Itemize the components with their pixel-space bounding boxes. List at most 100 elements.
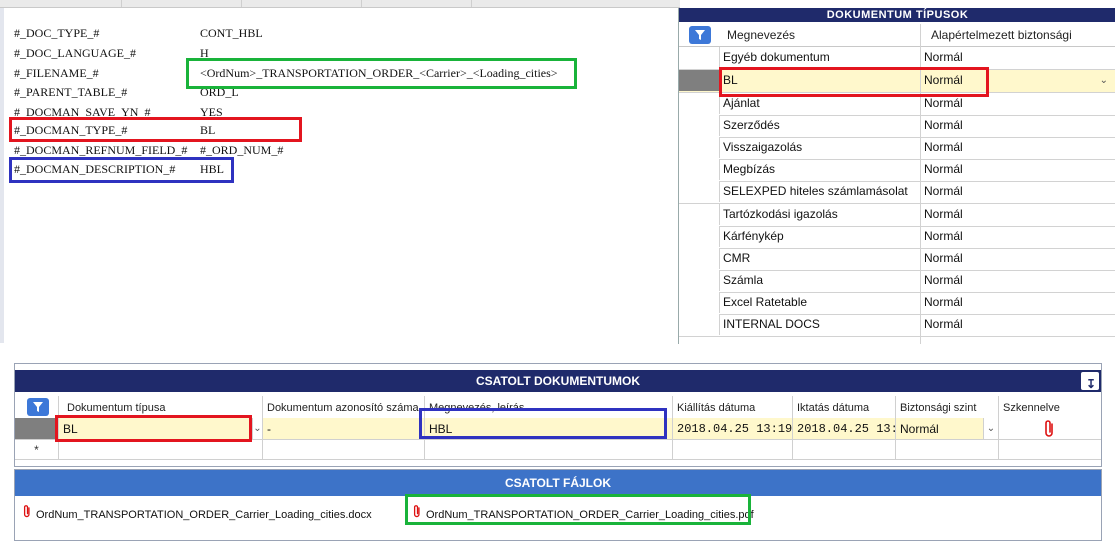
empty-cell[interactable] (999, 440, 1101, 460)
document-type-row[interactable]: Szerződés Normál (679, 115, 1115, 138)
template-key: #_FILENAME_# (14, 66, 99, 80)
paperclip-icon[interactable] (999, 418, 1101, 440)
template-key: #_PARENT_TABLE_# (14, 85, 128, 99)
document-type-row[interactable]: Visszaigazolás Normál (679, 137, 1115, 160)
column-header-name[interactable]: Megnevezés (727, 24, 795, 46)
document-type-security: Normál (924, 118, 963, 132)
row-selector[interactable] (679, 226, 720, 247)
document-type-name: INTERNAL DOCS (723, 317, 820, 331)
doc-id-input[interactable]: - (263, 418, 425, 440)
chevron-down-icon[interactable]: ⌄ (253, 418, 263, 440)
file-name: OrdNum_TRANSPORTATION_ORDER_Carrier_Load… (36, 509, 372, 521)
document-types-header: Megnevezés Alapértelmezett biztonsági (679, 24, 1115, 47)
document-type-security: Normál (924, 140, 963, 154)
row-selector[interactable] (679, 159, 720, 180)
template-value: ORD_L (200, 85, 239, 99)
empty-cell[interactable] (263, 440, 425, 460)
row-selector[interactable] (679, 314, 720, 335)
column-header-doc-type[interactable]: Dokumentum típusa (59, 396, 263, 418)
empty-cell[interactable] (673, 440, 793, 460)
template-key: #_DOC_TYPE_# (14, 26, 100, 40)
row-selector[interactable] (679, 47, 720, 68)
attached-documents-title-text: CSATOLT DOKUMENTUMOK (476, 374, 640, 388)
document-type-row[interactable]: Tartózkodási igazolás Normál (679, 204, 1115, 227)
template-value: #_ORD_NUM_# (200, 143, 284, 157)
column-header-description[interactable]: Megnevezés, leírás (425, 396, 673, 418)
document-type-name: SELEXPED hiteles számlamásolat (723, 184, 908, 198)
document-type-security: Normál (924, 229, 963, 243)
row-selector[interactable] (679, 70, 720, 91)
document-type-security: Normál (924, 50, 963, 64)
document-type-row[interactable]: Egyéb dokumentum Normál (679, 47, 1115, 70)
chevron-down-icon[interactable]: ⌄ (1100, 75, 1108, 86)
empty-cell[interactable] (59, 440, 263, 460)
paperclip-icon (23, 504, 33, 524)
row-selector[interactable] (679, 270, 720, 291)
attached-files-panel[interactable]: CSATOLT FÁJLOK OrdNum_TRANSPORTATION_ORD… (14, 469, 1102, 541)
column-header-security[interactable]: Biztonsági szint (896, 396, 999, 418)
document-type-security: Normál (924, 207, 963, 221)
doc-type-select[interactable]: BL (59, 418, 253, 440)
row-selector[interactable] (679, 248, 720, 269)
document-type-row[interactable]: SELEXPED hiteles számlamásolat Normál (679, 181, 1115, 204)
attached-file-pdf[interactable]: OrdNum_TRANSPORTATION_ORDER_Carrier_Load… (413, 504, 754, 524)
template-key: #_DOCMAN_TYPE_# (14, 123, 128, 137)
row-selector[interactable] (15, 418, 59, 440)
empty-cell[interactable] (425, 440, 673, 460)
document-type-row[interactable]: CMR Normál (679, 248, 1115, 271)
document-type-name: Kárfénykép (723, 229, 784, 243)
row-selector[interactable] (679, 137, 720, 158)
document-type-row[interactable]: Kárfénykép Normál (679, 226, 1115, 249)
document-type-row[interactable]: INTERNAL DOCS Normál (679, 314, 1115, 337)
column-divider (920, 24, 921, 344)
document-type-name: CMR (723, 251, 751, 265)
document-type-security: Normál (924, 162, 963, 176)
document-type-row[interactable]: Ajánlat Normál (679, 93, 1115, 116)
template-value: <OrdNum>_TRANSPORTATION_ORDER_<Carrier>_… (200, 66, 558, 80)
empty-cell[interactable] (896, 440, 999, 460)
document-type-row[interactable]: Excel Ratetable Normál (679, 292, 1115, 315)
document-type-name: Ajánlat (723, 96, 760, 110)
column-header-doc-id[interactable]: Dokumentum azonosító száma (263, 396, 425, 418)
column-header-security[interactable]: Alapértelmezett biztonsági (931, 24, 1072, 46)
template-text-area[interactable]: #_DOC_TYPE_# CONT_HBL #_DOC_LANGUAGE_# H… (0, 8, 681, 343)
row-selector[interactable] (679, 292, 720, 313)
row-selector[interactable] (679, 204, 720, 225)
document-type-name: Tartózkodási igazolás (723, 207, 838, 221)
document-types-grid[interactable]: DOKUMENTUM TÍPUSOK Megnevezés Alapértelm… (678, 8, 1115, 344)
document-type-name[interactable]: BL (719, 70, 920, 91)
row-selector[interactable] (679, 115, 720, 136)
template-value: HBL (200, 162, 224, 176)
chevron-down-icon[interactable]: ⌄ (984, 418, 999, 440)
document-type-security-select[interactable]: Normál (924, 70, 963, 91)
new-row-marker: * (15, 440, 59, 460)
security-select[interactable]: Normál (896, 418, 984, 440)
document-type-security: Normál (924, 251, 963, 265)
issue-date-input[interactable]: 2018.04.25 13:19 (673, 418, 793, 440)
new-row[interactable]: * (15, 440, 1101, 460)
attached-document-row[interactable]: BL ⌄ - HBL 2018.04.25 13:19 2018.04.25 1… (15, 418, 1101, 440)
column-header-scanned[interactable]: Szkennelve (999, 396, 1101, 418)
column-header-filing-date[interactable]: Iktatás dátuma (793, 396, 896, 418)
row-selector[interactable] (679, 181, 720, 202)
collapse-icon[interactable]: ↧ (1081, 372, 1099, 391)
filing-date-input[interactable]: 2018.04.25 13:1 (793, 418, 896, 440)
row-selector[interactable] (679, 93, 720, 114)
empty-cell[interactable] (793, 440, 896, 460)
document-type-row[interactable]: Megbízás Normál (679, 159, 1115, 182)
document-type-row[interactable]: Számla Normál (679, 270, 1115, 293)
column-header-issue-date[interactable]: Kiállítás dátuma (673, 396, 793, 418)
document-type-name: Megbízás (723, 162, 776, 176)
document-type-name: Szerződés (723, 118, 780, 132)
document-type-security: Normál (924, 317, 963, 331)
attached-documents-panel[interactable]: CSATOLT DOKUMENTUMOK ↧ Dokumentum típusa… (14, 363, 1102, 467)
document-type-name: Számla (723, 273, 764, 287)
attached-documents-header: Dokumentum típusa Dokumentum azonosító s… (15, 396, 1101, 418)
document-type-security: Normál (924, 184, 963, 198)
document-type-name: Excel Ratetable (723, 295, 808, 309)
template-key: #_DOC_LANGUAGE_# (14, 46, 136, 60)
document-type-row-selected[interactable]: BL Normál ⌄ (679, 70, 1115, 93)
attached-file-docx[interactable]: OrdNum_TRANSPORTATION_ORDER_Carrier_Load… (23, 504, 372, 524)
description-input[interactable]: HBL (425, 418, 673, 440)
filter-icon[interactable] (689, 26, 711, 44)
